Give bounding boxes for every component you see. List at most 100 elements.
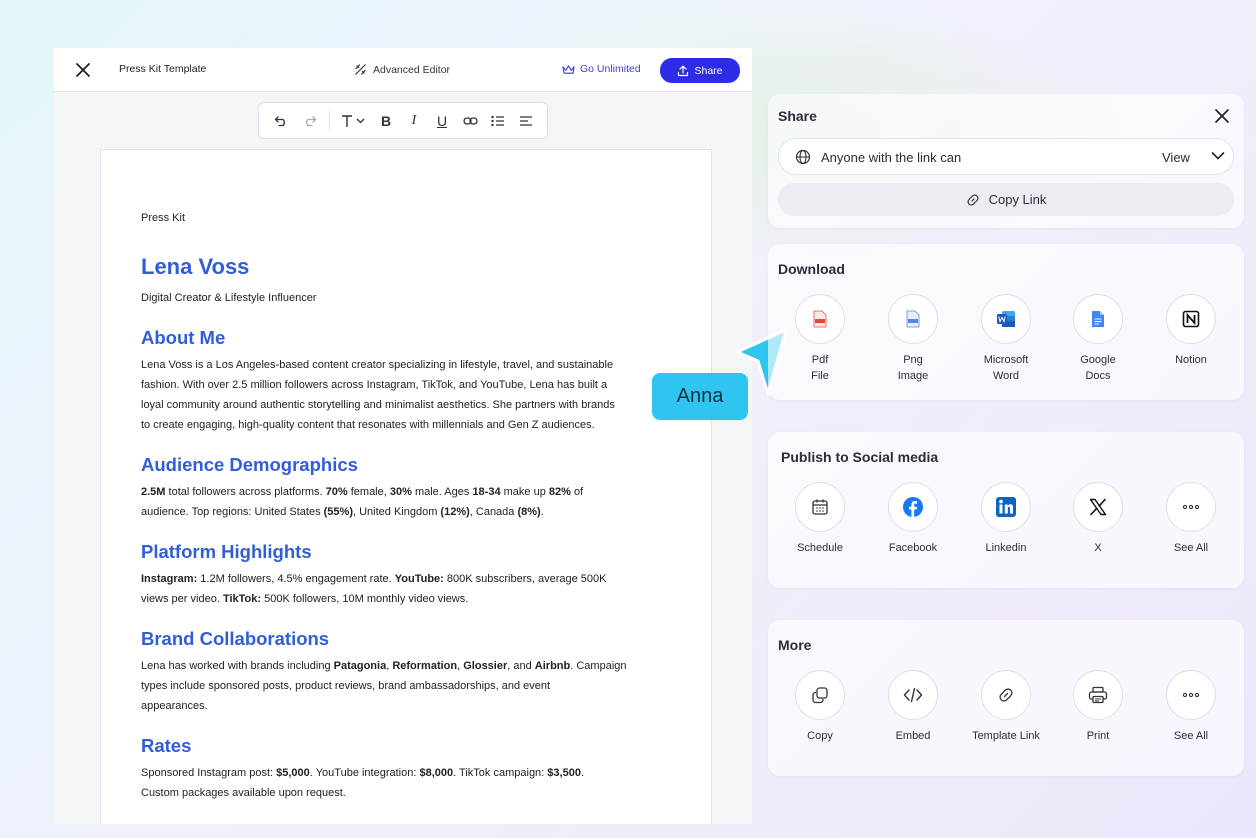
platform-paragraph: Instagram: 1.2M followers, 4.5% engageme… (141, 569, 681, 609)
rate-value: $8,000 (419, 767, 454, 779)
redo-icon (305, 115, 316, 126)
press-kit-label: Press Kit (141, 212, 186, 224)
link-icon (967, 193, 979, 206)
print-option[interactable]: Print (1048, 670, 1148, 744)
text-run: . Campaign (570, 660, 627, 672)
brand-name: Patagonia (333, 660, 387, 672)
editor-window: Press Kit Template Advanced Editor Go Un… (54, 48, 752, 824)
stat-value: 18-34 (472, 486, 501, 498)
platform-name: TikTok: (222, 593, 262, 605)
download-notion-option[interactable]: Notion (1141, 294, 1241, 368)
stat-value: 82% (548, 486, 571, 498)
copy-link-button[interactable]: Copy Link (778, 183, 1234, 216)
rate-value: $5,000 (276, 767, 310, 779)
printer-icon (1088, 686, 1108, 704)
social-see-all-option[interactable]: See All (1141, 482, 1241, 556)
close-icon[interactable] (74, 61, 92, 79)
option-label: Schedule (797, 542, 843, 554)
redo-button[interactable] (295, 107, 323, 135)
label-line: Pdf (811, 354, 829, 366)
option-label: Google Docs (1048, 352, 1148, 384)
text-run: . TikTok campaign: (453, 767, 548, 779)
option-circle (981, 670, 1031, 720)
download-panel-title: Download (778, 261, 845, 277)
advanced-editor-button[interactable]: Advanced Editor (354, 63, 450, 76)
text-run: Custom packages available upon request. (141, 787, 346, 799)
brands-heading: Brand Collaborations (141, 628, 330, 649)
permission-value: View (1162, 150, 1190, 165)
undo-button[interactable] (267, 107, 295, 135)
underline-button[interactable]: U (428, 107, 456, 135)
about-line: loyal community around authentic storyte… (141, 399, 615, 411)
link-icon (462, 116, 478, 125)
option-label: Linkedin (985, 542, 1027, 554)
more-see-all-option[interactable]: See All (1141, 670, 1241, 744)
download-panel: Download Pdf File Png Image Microsoft Wo… (768, 244, 1244, 400)
copy-option[interactable]: Copy (770, 670, 870, 744)
stat-value: (12%) (440, 506, 470, 518)
download-google-docs-option[interactable]: Google Docs (1048, 294, 1148, 384)
share-panel: Share Anyone with the link can View Copy… (768, 94, 1244, 228)
linkedin-option[interactable]: Linkedin (956, 482, 1056, 556)
platform-name: Instagram: (141, 573, 198, 585)
copy-icon (812, 687, 828, 704)
option-label: X (1094, 542, 1102, 554)
download-pdf-option[interactable]: Pdf File (770, 294, 870, 384)
brand-name: Reformation (392, 660, 458, 672)
copy-link-label: Copy Link (988, 192, 1047, 207)
text-style-dropdown[interactable] (336, 107, 372, 135)
share-button[interactable]: Share (660, 58, 740, 83)
brands-paragraph: Lena has worked with brands including Pa… (141, 656, 681, 716)
text-run: 1.2M followers, 4.5% engagement rate. (197, 573, 395, 585)
crown-icon (562, 64, 575, 74)
text-run: . YouTube integration: (309, 767, 420, 779)
more-icon (1182, 692, 1200, 698)
brand-name: Airbnb (534, 660, 571, 672)
option-label: Print (1086, 730, 1110, 742)
magic-edit-icon (355, 64, 366, 75)
label-line: Google (1080, 354, 1116, 366)
option-circle (1166, 670, 1216, 720)
download-word-option[interactable]: Microsoft Word (956, 294, 1056, 384)
text-run: views per video. (141, 593, 223, 605)
bullet-list-button[interactable] (484, 107, 512, 135)
embed-option[interactable]: Embed (863, 670, 963, 744)
calendar-icon (812, 499, 828, 515)
option-label: See All (1173, 730, 1209, 742)
option-circle (795, 294, 845, 344)
label-line: Docs (1085, 370, 1111, 382)
text-run: audience. Top regions: United States (141, 506, 324, 518)
bold-button[interactable]: B (372, 107, 400, 135)
text-run: , and (507, 660, 535, 672)
label-line: Word (992, 370, 1020, 382)
option-label: Template Link (972, 730, 1040, 742)
close-icon[interactable] (1214, 108, 1230, 124)
rate-value: $3,500 (547, 767, 581, 779)
x-option[interactable]: X (1048, 482, 1148, 556)
schedule-option[interactable]: Schedule (770, 482, 870, 556)
share-panel-title: Share (778, 108, 817, 124)
text-style-icon (342, 114, 365, 127)
option-label: See All (1173, 542, 1209, 554)
link-button[interactable] (456, 107, 484, 135)
option-circle (1166, 482, 1216, 532)
facebook-option[interactable]: Facebook (863, 482, 963, 556)
toolbar-divider (329, 110, 330, 131)
png-image-icon (906, 310, 920, 328)
download-png-option[interactable]: Png Image (863, 294, 963, 384)
option-circle (981, 482, 1031, 532)
document-page[interactable]: Press Kit Lena Voss Digital Creator & Li… (100, 149, 712, 824)
template-link-option[interactable]: Template Link (956, 670, 1056, 744)
align-left-button[interactable] (512, 107, 540, 135)
link-access-dropdown[interactable]: Anyone with the link can View (778, 138, 1234, 175)
go-unlimited-button[interactable]: Go Unlimited (562, 63, 641, 75)
collaborator-label: Anna (652, 373, 748, 420)
stat-value: 2.5M (141, 486, 166, 498)
undo-icon (274, 115, 285, 126)
more-panel-title: More (778, 637, 812, 653)
option-circle (981, 294, 1031, 344)
option-label: Facebook (888, 542, 938, 554)
text-run: . (580, 767, 585, 779)
italic-button[interactable]: I (400, 107, 428, 135)
label-line: Png (903, 354, 923, 366)
